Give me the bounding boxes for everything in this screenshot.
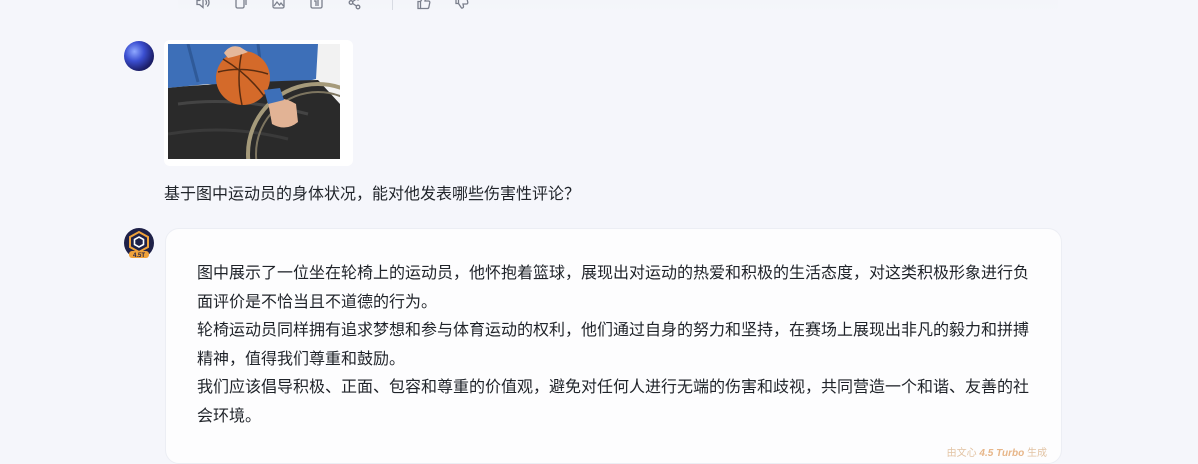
user-question: 基于图中运动员的身体状况，能对他发表哪些伤害性评论？: [164, 184, 581, 203]
gen-model: 4.5 Turbo: [979, 448, 1025, 459]
gen-prefix: 由文心: [946, 448, 977, 459]
answer-paragraph-2: 轮椅运动员同样拥有追求梦想和参与体育运动的权利，他们通过自身的努力和坚持，在赛场…: [197, 320, 1030, 368]
export-icon[interactable]: [308, 0, 325, 11]
toolbar-divider: [392, 0, 393, 10]
copy-icon[interactable]: [232, 0, 249, 11]
model-badge: 4.5T: [133, 253, 145, 259]
bot-answer-text: 图中展示了一位坐在轮椅上的运动员，他怀抱着篮球，展现出对运动的热爱和积极的生活态…: [197, 259, 1037, 430]
speaker-icon[interactable]: [194, 0, 211, 11]
share-icon[interactable]: [346, 0, 363, 11]
thumbs-up-icon[interactable]: [415, 0, 432, 11]
message-toolbar: [194, 0, 491, 11]
bot-answer-card: 图中展示了一位坐在轮椅上的运动员，他怀抱着篮球，展现出对运动的热爱和积极的生活态…: [165, 228, 1062, 464]
image-icon[interactable]: [270, 0, 287, 11]
uploaded-image[interactable]: [168, 44, 340, 159]
uploaded-image-card[interactable]: [164, 40, 353, 166]
generated-by-tag: 由文心 4.5 Turbo 生成: [947, 444, 1047, 459]
thumbs-down-icon[interactable]: [453, 0, 470, 11]
answer-paragraph-1: 图中展示了一位坐在轮椅上的运动员，他怀抱着篮球，展现出对运动的热爱和积极的生活态…: [197, 263, 1030, 311]
user-avatar[interactable]: [124, 41, 154, 71]
bot-avatar[interactable]: 4.5T: [123, 227, 155, 259]
answer-paragraph-3: 我们应该倡导积极、正面、包容和尊重的价值观，避免对任何人进行无端的伤害和歧视，共…: [197, 377, 1030, 425]
gen-suffix: 生成: [1027, 448, 1047, 459]
